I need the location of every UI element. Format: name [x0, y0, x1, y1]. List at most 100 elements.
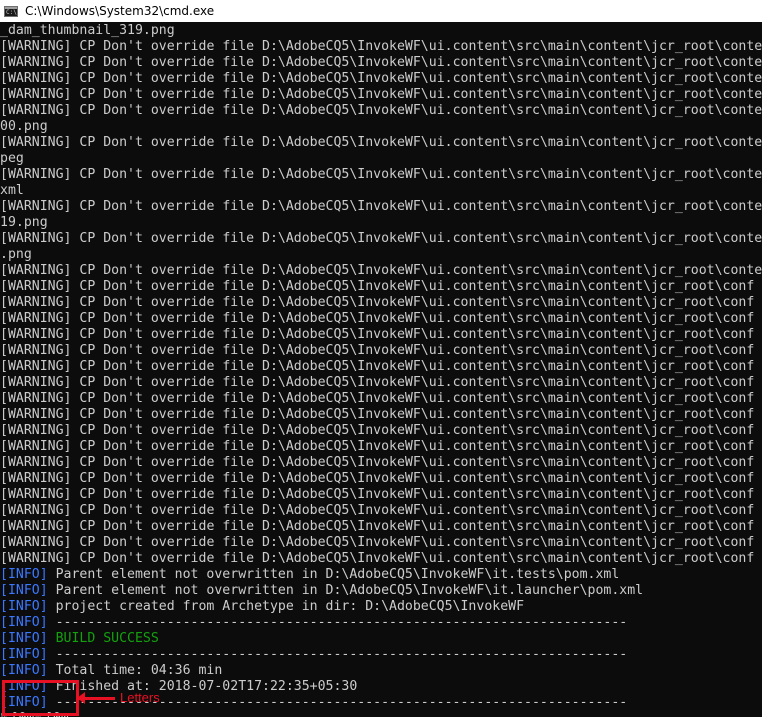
warning-tag: [WARNING]	[0, 439, 72, 454]
console-line-text: CP Don't override file D:\AdobeCQ5\Invok…	[71, 519, 755, 534]
warning-tag: [WARNING]	[0, 375, 72, 390]
console-line: 00.png	[0, 119, 762, 135]
info-tag: [INFO]	[0, 599, 48, 614]
console-line: .png	[0, 247, 762, 263]
console-line: [WARNING] CP Don't override file D:\Adob…	[0, 455, 762, 471]
console-line: xml	[0, 183, 762, 199]
console-line-text: CP Don't override file D:\AdobeCQ5\Invok…	[71, 295, 755, 310]
console-line-text: CP Don't override file D:\AdobeCQ5\Invok…	[71, 39, 762, 54]
console-line-text: CP Don't override file D:\AdobeCQ5\Invok…	[71, 71, 762, 86]
console-line: [WARNING] CP Don't override file D:\Adob…	[0, 55, 762, 71]
console-line: [INFO] Total time: 04:36 min	[0, 663, 762, 679]
warning-tag: [WARNING]	[0, 471, 72, 486]
console-line-text: Total time: 04:36 min	[47, 663, 223, 678]
warning-tag: [WARNING]	[0, 103, 72, 118]
console-line: [WARNING] CP Don't override file D:\Adob…	[0, 439, 762, 455]
console-line: [WARNING] CP Don't override file D:\Adob…	[0, 71, 762, 87]
console-line-text: CP Don't override file D:\AdobeCQ5\Invok…	[71, 471, 755, 486]
console-line-text: peg	[0, 151, 24, 166]
info-tag: [INFO]	[0, 583, 48, 598]
window-title: C:\Windows\System32\cmd.exe	[25, 4, 215, 18]
console-line: [WARNING] CP Don't override file D:\Adob…	[0, 135, 762, 151]
info-tag: [INFO]	[0, 631, 48, 646]
warning-tag: [WARNING]	[0, 503, 72, 518]
console-line-text: Finished at: 2018-07-02T17:22:35+05:30	[47, 679, 358, 694]
console-line-text: CP Don't override file D:\AdobeCQ5\Invok…	[71, 263, 762, 278]
annotation-arrow-icon	[77, 692, 115, 704]
info-tag: [INFO]	[0, 615, 48, 630]
console-line: _dam_thumbnail_319.png	[0, 23, 762, 39]
console-line: [WARNING] CP Don't override file D:\Adob…	[0, 39, 762, 55]
console-line: [WARNING] CP Don't override file D:\Adob…	[0, 87, 762, 103]
console-line-text: CP Don't override file D:\AdobeCQ5\Invok…	[71, 423, 755, 438]
console-line-text: CP Don't override file D:\AdobeCQ5\Invok…	[71, 87, 762, 102]
console-line-text: CP Don't override file D:\AdobeCQ5\Invok…	[71, 55, 762, 70]
console-line: [WARNING] CP Don't override file D:\Adob…	[0, 471, 762, 487]
console-line: [WARNING] CP Don't override file D:\Adob…	[0, 295, 762, 311]
console-line-text: xml	[0, 183, 24, 198]
console-line: [INFO] Parent element not overwritten in…	[0, 583, 762, 599]
console-line: [WARNING] CP Don't override file D:\Adob…	[0, 199, 762, 215]
warning-tag: [WARNING]	[0, 231, 72, 246]
console-output[interactable]: _dam_thumbnail_319.png [WARNING] CP Don't…	[0, 23, 762, 717]
warning-tag: [WARNING]	[0, 359, 72, 374]
warning-tag: [WARNING]	[0, 311, 72, 326]
console-line: [INFO] ---------------------------------…	[0, 615, 762, 631]
console-line-text: CP Don't override file D:\AdobeCQ5\Invok…	[71, 343, 755, 358]
info-tag: [INFO]	[0, 647, 48, 662]
console-line: [INFO] Finished at: 2018-07-02T17:22:35+…	[0, 679, 762, 695]
warning-tag: [WARNING]	[0, 135, 72, 150]
warning-tag: [WARNING]	[0, 279, 72, 294]
warning-tag: [WARNING]	[0, 535, 72, 550]
warning-tag: [WARNING]	[0, 423, 72, 438]
console-line: [INFO] BUILD SUCCESS	[0, 631, 762, 647]
console-line-text: CP Don't override file D:\AdobeCQ5\Invok…	[71, 231, 762, 246]
console-line-text: CP Don't override file D:\AdobeCQ5\Invok…	[71, 279, 755, 294]
console-line-text: 19.png	[0, 215, 48, 230]
console-line: [WARNING] CP Don't override file D:\Adob…	[0, 359, 762, 375]
warning-tag: [WARNING]	[0, 407, 72, 422]
console-line-text: CP Don't override file D:\AdobeCQ5\Invok…	[71, 199, 762, 214]
warning-tag: [WARNING]	[0, 519, 72, 534]
console-line-text: CP Don't override file D:\AdobeCQ5\Invok…	[71, 503, 755, 518]
console-line: [WARNING] CP Don't override file D:\Adob…	[0, 343, 762, 359]
console-line: [WARNING] CP Don't override file D:\Adob…	[0, 103, 762, 119]
console-line: [INFO] Parent element not overwritten in…	[0, 567, 762, 583]
console-line: ␛[0m␛[0m	[0, 711, 762, 717]
console-line-text: CP Don't override file D:\AdobeCQ5\Invok…	[71, 487, 755, 502]
cmd-icon: C:\	[4, 5, 18, 17]
title-bar: C:\ C:\Windows\System32\cmd.exe	[0, 0, 762, 22]
warning-tag: [WARNING]	[0, 167, 72, 182]
warning-tag: [WARNING]	[0, 343, 72, 358]
console-line-text: CP Don't override file D:\AdobeCQ5\Invok…	[71, 455, 755, 470]
warning-tag: [WARNING]	[0, 551, 72, 566]
warning-tag: [WARNING]	[0, 455, 72, 470]
console-line: [WARNING] CP Don't override file D:\Adob…	[0, 231, 762, 247]
info-tag: [INFO]	[0, 663, 48, 678]
console-line-text: _dam_thumbnail_319.png	[0, 23, 175, 38]
info-tag: [INFO]	[0, 567, 48, 582]
console-line-text: CP Don't override file D:\AdobeCQ5\Invok…	[71, 327, 755, 342]
console-line: peg	[0, 151, 762, 167]
console-line: [WARNING] CP Don't override file D:\Adob…	[0, 535, 762, 551]
console-line: [INFO] project created from Archetype in…	[0, 599, 762, 615]
console-line-text: 00.png	[0, 119, 48, 134]
console-line-text: CP Don't override file D:\AdobeCQ5\Invok…	[71, 167, 762, 182]
console-line-text: CP Don't override file D:\AdobeCQ5\Invok…	[71, 311, 755, 326]
console-line: [WARNING] CP Don't override file D:\Adob…	[0, 551, 762, 567]
console-line-text: CP Don't override file D:\AdobeCQ5\Invok…	[71, 551, 755, 566]
warning-tag: [WARNING]	[0, 199, 72, 214]
console-line: [WARNING] CP Don't override file D:\Adob…	[0, 423, 762, 439]
console-line: 19.png	[0, 215, 762, 231]
console-line: [INFO] ---------------------------------…	[0, 647, 762, 663]
console-line-text: CP Don't override file D:\AdobeCQ5\Invok…	[71, 375, 755, 390]
console-line-text: CP Don't override file D:\AdobeCQ5\Invok…	[71, 103, 762, 118]
console-line: [WARNING] CP Don't override file D:\Adob…	[0, 503, 762, 519]
console-line: [WARNING] CP Don't override file D:\Adob…	[0, 279, 762, 295]
console-line-text: CP Don't override file D:\AdobeCQ5\Invok…	[71, 391, 755, 406]
warning-tag: [WARNING]	[0, 55, 72, 70]
console-line-text: CP Don't override file D:\AdobeCQ5\Invok…	[71, 135, 762, 150]
warning-tag: [WARNING]	[0, 327, 72, 342]
console-line: [WARNING] CP Don't override file D:\Adob…	[0, 263, 762, 279]
console-line-text: Parent element not overwritten in D:\Ado…	[47, 567, 620, 582]
